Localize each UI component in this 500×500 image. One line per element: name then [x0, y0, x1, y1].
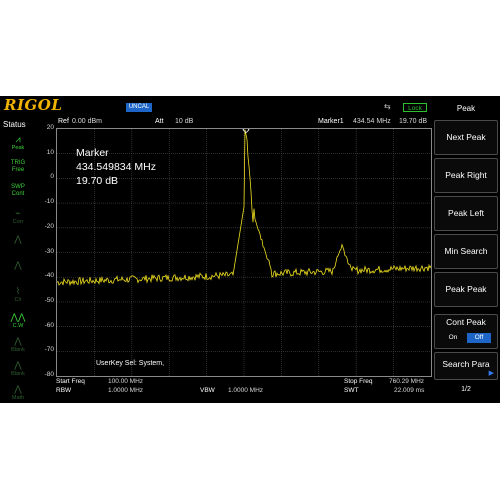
stop-freq-label: Stop Freq — [344, 378, 373, 385]
y-tick-label: -80 — [44, 371, 54, 378]
rigol-logo: RIGOL — [4, 96, 63, 114]
status-item-label: Blank — [11, 347, 25, 353]
y-tick-label: -20 — [44, 222, 54, 230]
status-panel: Status ⩘ Peak TRIG Free SWP Cont ⌁ Corr ⋀ ⋀ ⌇ Clr… — [0, 114, 34, 404]
math-icon: ⋀ — [14, 384, 22, 394]
y-tick-label: -70 — [44, 346, 54, 354]
att-label: Att — [155, 118, 164, 125]
vbw-label: VBW — [200, 387, 215, 394]
marker-readout: Marker 434.549834 MHz 19.70 dB — [76, 146, 156, 188]
status-item: ⋀ Blank — [6, 360, 30, 382]
ref-value: 0.00 dBm — [72, 118, 102, 125]
status-item: ⩘ Peak — [6, 134, 30, 156]
y-axis: 20 10 0 -10 -20 -30 -40 -50 -60 -70 -80 — [34, 124, 56, 378]
swt-value: 22.009 ms — [394, 387, 425, 394]
analyzer-screen: RIGOL UNCAL ⇆ Lock Ref 0.00 dBm Att 10 d… — [0, 96, 500, 403]
page-indicator: 1/2 — [461, 386, 471, 393]
start-freq-label: Start Freq — [56, 378, 85, 385]
marker-title: Marker — [76, 147, 109, 159]
blank-icon: ⋀ — [14, 360, 22, 370]
peak-peak-button[interactable]: Peak Peak — [434, 272, 498, 307]
usb-icon: ⇆ — [384, 102, 391, 111]
cont-peak-toggle[interactable]: Cont Peak On Off — [434, 314, 498, 349]
info-bar: Ref 0.00 dBm Att 10 dB Marker1 434.54 MH… — [56, 114, 432, 126]
status-item-label: Clr — [14, 297, 22, 303]
status-item: TRIG Free — [6, 158, 30, 180]
status-item-label: C.W — [12, 323, 24, 329]
status-item-label: Math — [11, 395, 25, 401]
status-item: ⋀ Math — [6, 384, 30, 406]
status-item-label: Blank — [11, 371, 25, 377]
marker-amp-value: 19.70 dB — [399, 118, 428, 125]
peak-left-button[interactable]: Peak Left — [434, 196, 498, 231]
y-tick-label: -10 — [44, 198, 54, 206]
status-item-label: TRIG Free — [10, 160, 26, 173]
status-item-label: Corr — [12, 219, 24, 225]
marker-frequency: 434.549834 MHz — [76, 161, 156, 173]
rbw-label: RBW — [56, 387, 72, 394]
cont-peak-label: Cont Peak — [446, 317, 486, 327]
corr-icon: ⌁ — [15, 208, 21, 218]
status-item: ⋀ — [6, 234, 30, 256]
status-item: ⌇ Clr — [6, 286, 30, 308]
bottom-bar: Start Freq 100.00 MHz RBW 1.0000 MHz VBW… — [56, 378, 432, 398]
status-item: ⋀ — [6, 260, 30, 282]
peak-right-button[interactable]: Peak Right — [434, 158, 498, 193]
cont-peak-on[interactable]: On — [441, 333, 465, 343]
y-tick-label: 0 — [50, 173, 54, 181]
next-peak-button[interactable]: Next Peak — [434, 120, 498, 155]
y-tick-label: -60 — [44, 321, 54, 329]
cont-peak-off[interactable]: Off — [467, 333, 491, 343]
menu-title: Peak — [456, 104, 476, 113]
y-tick-label: 20 — [46, 124, 54, 131]
trace-icon: ⋀ — [14, 260, 22, 270]
status-item: SWP Cont — [6, 182, 30, 204]
peak-icon: ⩘ — [15, 134, 21, 144]
stop-freq-value: 760.29 MHz — [389, 378, 425, 385]
status-item-label: SWP Cont — [11, 184, 25, 197]
att-value: 10 dB — [175, 118, 194, 125]
status-item-label: Peak — [11, 145, 25, 151]
trace-icon: ⋀ — [14, 234, 22, 244]
blank-icon: ⋀ — [14, 336, 22, 346]
marker-freq-value: 434.54 MHz — [353, 118, 391, 125]
top-bar: RIGOL UNCAL ⇆ Lock — [0, 96, 432, 114]
swt-label: SWT — [344, 387, 359, 394]
y-tick-label: -50 — [44, 296, 54, 304]
search-para-label: Search Para — [442, 359, 490, 369]
y-tick-label: -30 — [44, 247, 54, 255]
cw-icon: ⋀⋀ — [10, 312, 26, 322]
marker-amplitude: 19.70 dB — [76, 175, 119, 187]
softkey-menu: Peak Next Peak Peak Right Peak Left Min … — [432, 96, 500, 403]
vbw-value: 1.0000 MHz — [228, 387, 264, 394]
ref-label: Ref — [58, 118, 69, 125]
search-para-button[interactable]: Search Para ▶ — [434, 352, 498, 380]
y-tick-label: -40 — [44, 272, 54, 280]
min-search-button[interactable]: Min Search — [434, 234, 498, 269]
clr-icon: ⌇ — [15, 286, 21, 296]
status-item: ⋀⋀ C.W — [6, 312, 30, 334]
rbw-value: 1.0000 MHz — [108, 387, 144, 394]
lock-indicator: Lock — [403, 103, 427, 112]
status-item: ⌁ Corr — [6, 208, 30, 230]
marker-label: Marker1 — [318, 118, 344, 125]
submenu-arrow-icon: ▶ — [488, 370, 494, 377]
y-tick-label: 10 — [46, 148, 54, 156]
status-item: ⋀ Blank — [6, 336, 30, 358]
status-title: Status — [3, 120, 26, 129]
userkey-text: UserKey Sel: System, — [96, 360, 165, 367]
uncal-badge: UNCAL — [126, 103, 152, 112]
start-freq-value: 100.00 MHz — [108, 378, 144, 385]
